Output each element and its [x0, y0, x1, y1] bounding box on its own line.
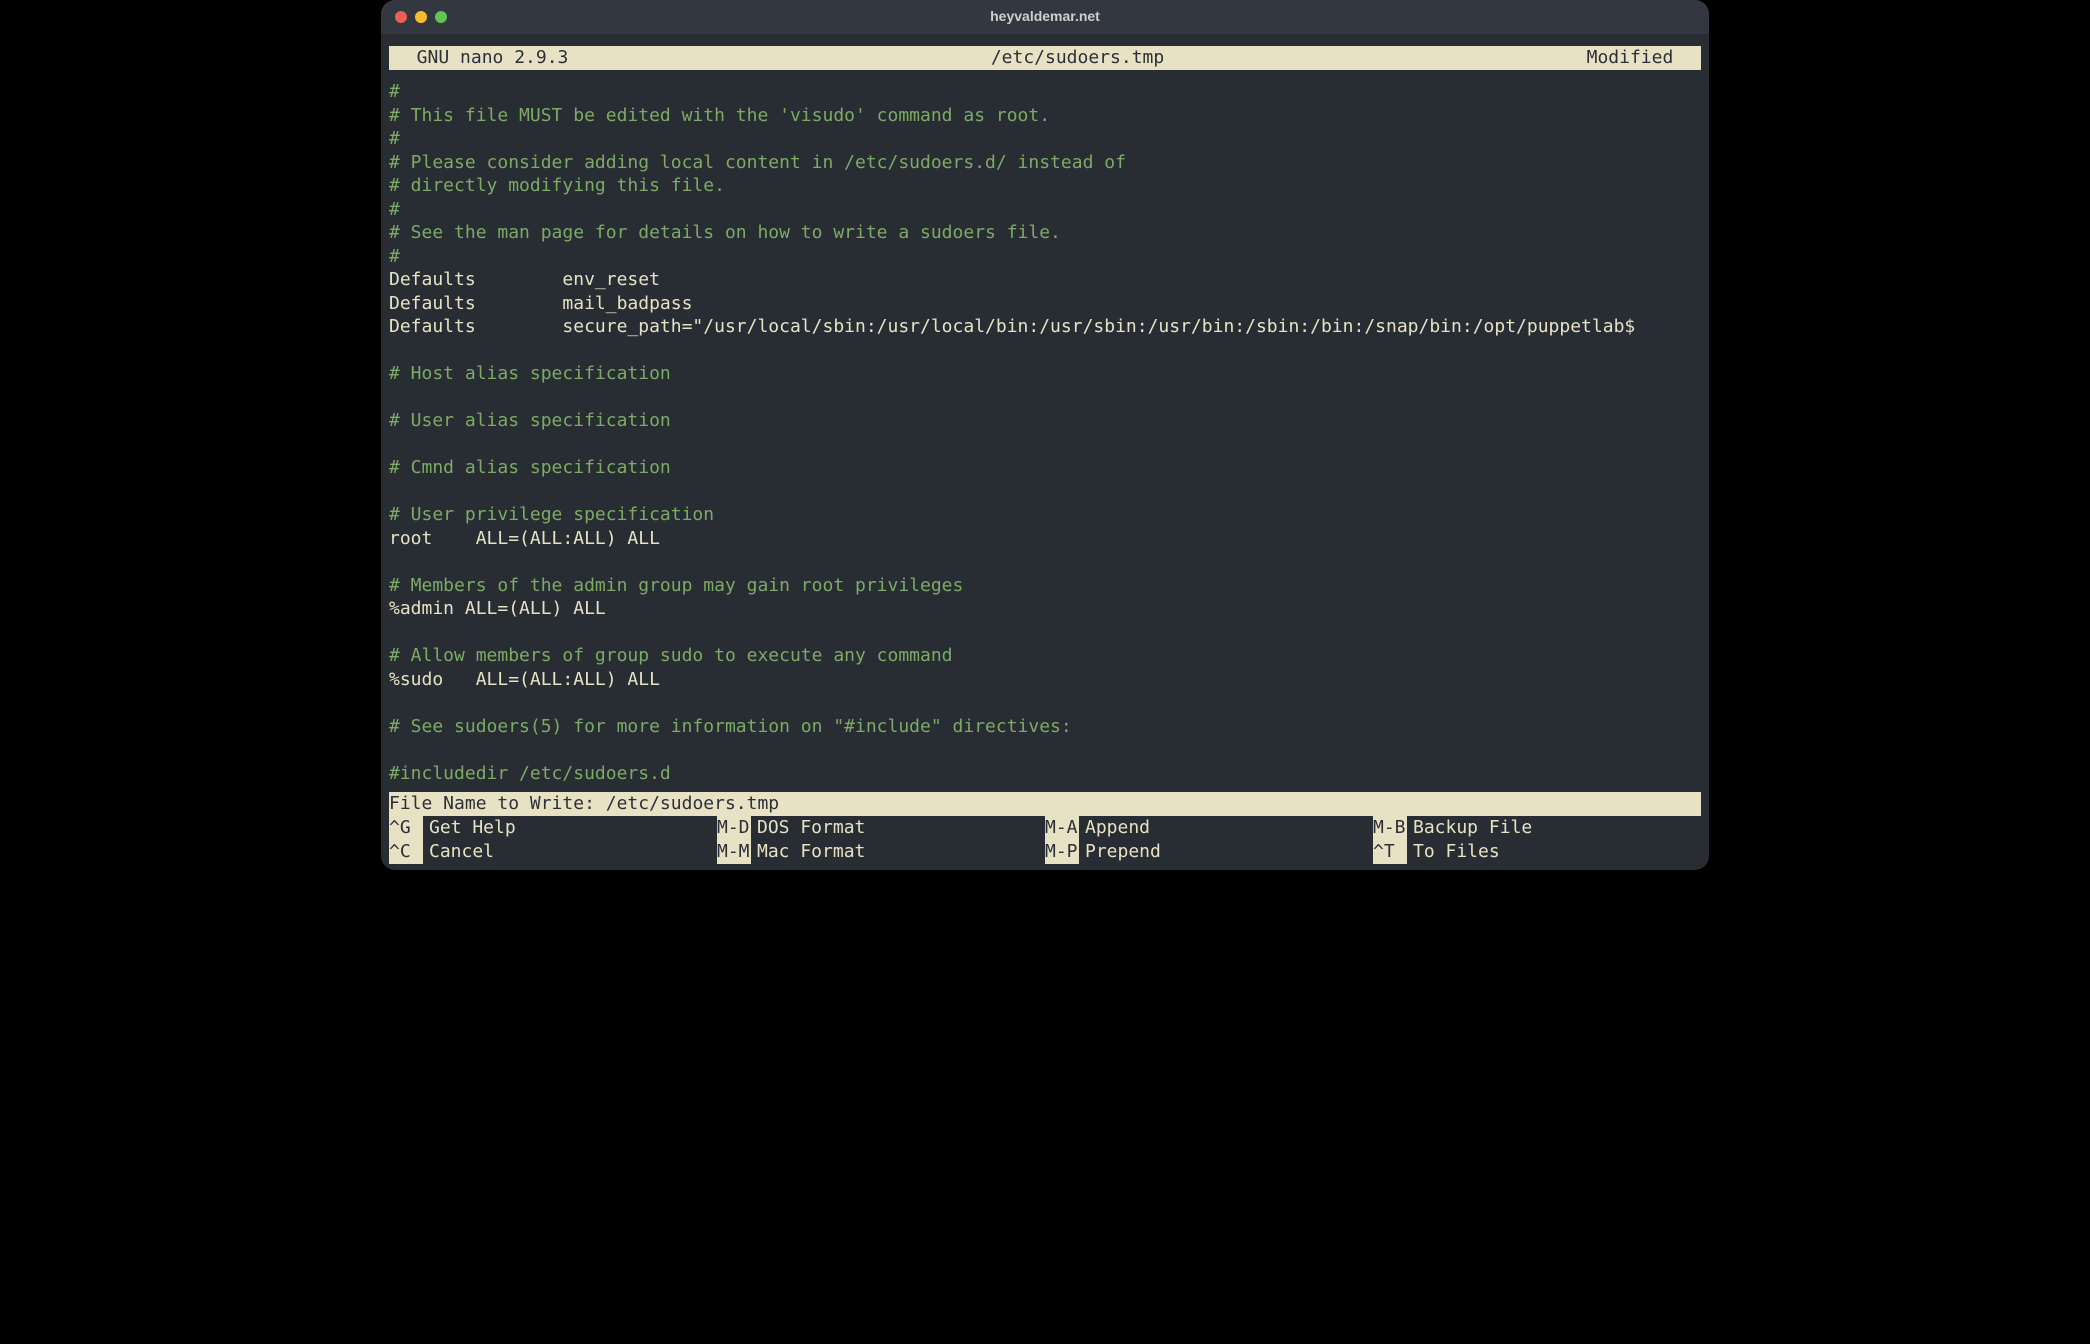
titlebar: heyvaldemar.net — [381, 0, 1709, 34]
window-title: heyvaldemar.net — [381, 5, 1709, 29]
editor-line: # Host alias specification — [389, 362, 1701, 386]
shortcut-key: M-P — [1045, 840, 1079, 864]
editor-line — [389, 691, 1701, 715]
shortcut-label: DOS Format — [751, 816, 865, 840]
shortcut-key: M-B — [1373, 816, 1407, 840]
maximize-icon[interactable] — [435, 11, 447, 23]
editor-line: # Please consider adding local content i… — [389, 151, 1701, 175]
shortcut-row: ^GGet HelpM-DDOS FormatM-AAppendM-BBacku… — [381, 816, 1709, 840]
editor-line: Defaults mail_badpass — [389, 292, 1701, 316]
shortcut[interactable]: M-PPrepend — [1045, 840, 1373, 864]
editor-line: # Allow members of group sudo to execute… — [389, 644, 1701, 668]
nano-header-bar: GNU nano 2.9.3 /etc/sudoers.tmp Modified — [389, 46, 1701, 70]
shortcut[interactable]: M-AAppend — [1045, 816, 1373, 840]
shortcut-label: Prepend — [1079, 840, 1161, 864]
editor-line: # This file MUST be edited with the 'vis… — [389, 104, 1701, 128]
editor-content[interactable]: ## This file MUST be edited with the 'vi… — [381, 80, 1709, 792]
shortcut-row: ^CCancelM-MMac FormatM-PPrepend^TTo File… — [381, 840, 1709, 870]
shortcut[interactable]: ^CCancel — [389, 840, 717, 864]
terminal-window: heyvaldemar.net GNU nano 2.9.3 /etc/sudo… — [381, 0, 1709, 870]
shortcut-key: ^G — [389, 816, 423, 840]
editor-line: # directly modifying this file. — [389, 174, 1701, 198]
editor-line: # Cmnd alias specification — [389, 456, 1701, 480]
editor-line: # See sudoers(5) for more information on… — [389, 715, 1701, 739]
editor-line: # — [389, 80, 1701, 104]
shortcut-key: ^C — [389, 840, 423, 864]
shortcut[interactable]: M-MMac Format — [717, 840, 1045, 864]
editor-line: # User privilege specification — [389, 503, 1701, 527]
editor-line: %sudo ALL=(ALL:ALL) ALL — [389, 668, 1701, 692]
editor-line: # See the man page for details on how to… — [389, 221, 1701, 245]
shortcut-label: Append — [1079, 816, 1150, 840]
prompt-value[interactable]: /etc/sudoers.tmp — [606, 792, 779, 816]
shortcut-label: Mac Format — [751, 840, 865, 864]
editor-line: Defaults env_reset — [389, 268, 1701, 292]
editor-line — [389, 339, 1701, 363]
editor-line: #includedir /etc/sudoers.d — [389, 762, 1701, 786]
shortcut-key: ^T — [1373, 840, 1407, 864]
close-icon[interactable] — [395, 11, 407, 23]
nano-version: GNU nano 2.9.3 — [395, 46, 568, 70]
editor-line: # User alias specification — [389, 409, 1701, 433]
editor-line: # — [389, 198, 1701, 222]
editor-line — [389, 550, 1701, 574]
editor-line: # Members of the admin group may gain ro… — [389, 574, 1701, 598]
prompt-label: File Name to Write: — [389, 792, 606, 816]
shortcut-label: Get Help — [423, 816, 516, 840]
window-controls — [381, 11, 447, 23]
editor-line: Defaults secure_path="/usr/local/sbin:/u… — [389, 315, 1701, 339]
minimize-icon[interactable] — [415, 11, 427, 23]
shortcut[interactable]: M-BBackup File — [1373, 816, 1701, 840]
shortcut-key: M-M — [717, 840, 751, 864]
shortcut-key: M-A — [1045, 816, 1079, 840]
editor-line — [389, 738, 1701, 762]
shortcut-label: Cancel — [423, 840, 494, 864]
shortcut[interactable]: ^GGet Help — [389, 816, 717, 840]
editor-line: root ALL=(ALL:ALL) ALL — [389, 527, 1701, 551]
shortcut-label: To Files — [1407, 840, 1500, 864]
editor-line: # — [389, 245, 1701, 269]
editor-line — [389, 480, 1701, 504]
write-out-prompt[interactable]: File Name to Write: /etc/sudoers.tmp — [389, 792, 1701, 816]
shortcut-label: Backup File — [1407, 816, 1532, 840]
editor-line — [389, 433, 1701, 457]
editor-line: # — [389, 127, 1701, 151]
shortcut-key: M-D — [717, 816, 751, 840]
editor-line — [389, 621, 1701, 645]
editor-line — [389, 386, 1701, 410]
nano-modified-status: Modified — [1587, 46, 1695, 70]
shortcut[interactable]: ^TTo Files — [1373, 840, 1701, 864]
nano-filename: /etc/sudoers.tmp — [568, 46, 1586, 70]
shortcut[interactable]: M-DDOS Format — [717, 816, 1045, 840]
editor-line: %admin ALL=(ALL) ALL — [389, 597, 1701, 621]
